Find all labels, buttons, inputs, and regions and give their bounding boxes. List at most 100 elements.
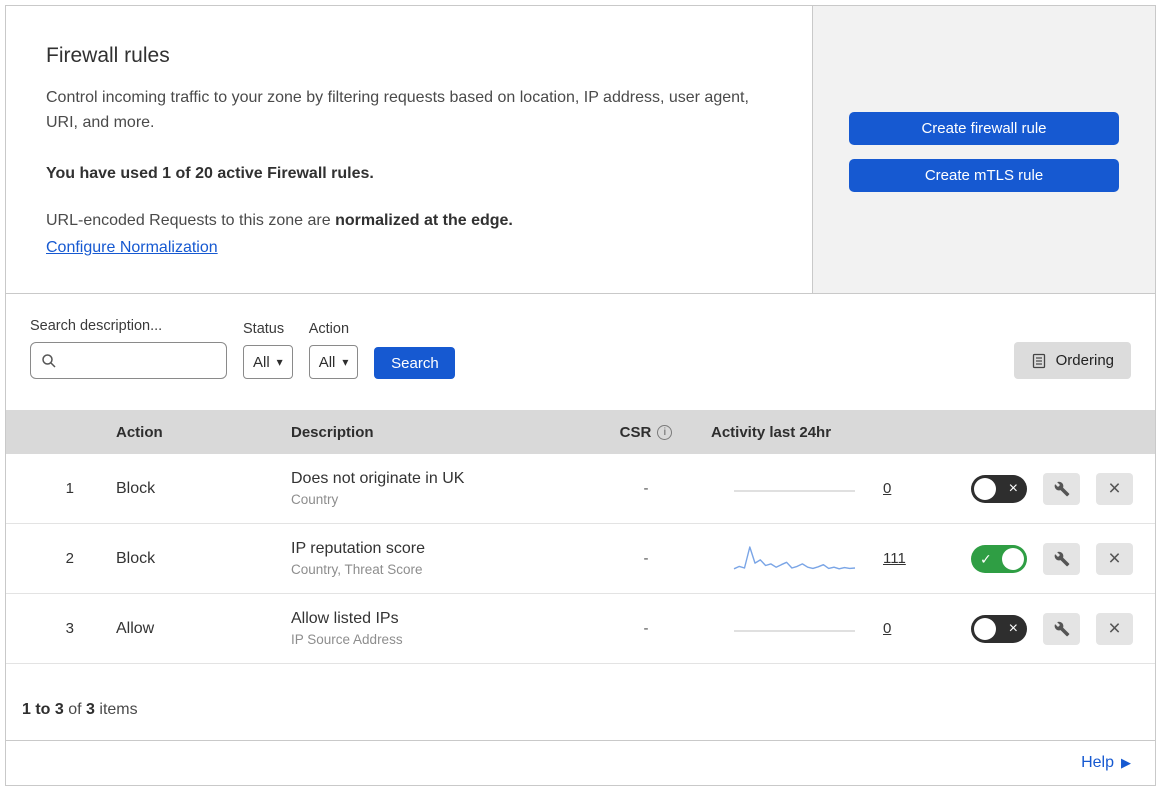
wrench-icon: [1054, 551, 1069, 566]
create-mtls-rule-button[interactable]: Create mTLS rule: [849, 159, 1119, 192]
help-arrow-icon: ▶: [1121, 755, 1131, 770]
rule-number: 2: [65, 550, 74, 567]
toggle-state-icon: ×: [1008, 479, 1018, 497]
actions-panel: Create firewall rule Create mTLS rule: [813, 6, 1155, 293]
pagination-total: 3: [86, 701, 95, 718]
edit-rule-button[interactable]: [1043, 612, 1080, 645]
help-bar: Help ▶: [6, 740, 1155, 785]
delete-rule-button[interactable]: ×: [1096, 612, 1133, 645]
rule-action: Block: [116, 549, 156, 567]
rule-action: Block: [116, 479, 156, 497]
status-filter-group: Status All ▾: [243, 321, 293, 379]
delete-rule-button[interactable]: ×: [1096, 472, 1133, 505]
search-box[interactable]: [30, 342, 227, 379]
activity-sparkline: [732, 611, 857, 647]
rule-csr: -: [643, 480, 649, 497]
page-title: Firewall rules: [46, 44, 170, 67]
table-row: 3 Allow Allow listed IPs IP Source Addre…: [6, 594, 1155, 664]
search-input[interactable]: [57, 352, 216, 369]
rule-criteria: Country: [291, 492, 339, 507]
status-dropdown[interactable]: All ▾: [243, 345, 293, 379]
search-icon: [42, 353, 56, 368]
rule-criteria: Country, Threat Score: [291, 562, 423, 577]
wrench-icon: [1054, 621, 1069, 636]
activity-column-header: Activity last 24hr: [711, 423, 832, 441]
csr-header-label: CSR: [619, 423, 652, 441]
rule-activity-cell: 111: [696, 541, 936, 577]
normalization-note: URL-encoded Requests to this zone are no…: [46, 212, 772, 230]
close-icon: ×: [1108, 477, 1121, 500]
wrench-icon: [1054, 481, 1069, 496]
rule-csr: -: [643, 550, 649, 567]
edit-rule-button[interactable]: [1043, 542, 1080, 575]
pagination-items: items: [99, 701, 138, 718]
activity-count-link[interactable]: 0: [883, 620, 891, 637]
activity-count-link[interactable]: 111: [883, 550, 906, 567]
search-group: Search description...: [30, 318, 227, 379]
description-column-header: Description: [291, 423, 374, 441]
rule-controls: ✓ ×: [936, 542, 1155, 575]
rule-description: Does not originate in UK: [291, 470, 465, 487]
rule-enabled-toggle[interactable]: ✓: [971, 544, 1027, 573]
status-dropdown-value: All: [253, 353, 270, 371]
search-button[interactable]: Search: [374, 347, 456, 379]
toggle-knob: [1002, 547, 1024, 570]
table-row: 2 Block IP reputation score Country, Thr…: [6, 524, 1155, 594]
close-icon: ×: [1108, 617, 1121, 640]
header-text-panel: Firewall rules Control incoming traffic …: [6, 6, 813, 293]
rule-enabled-toggle[interactable]: ×: [971, 474, 1027, 503]
rule-criteria: IP Source Address: [291, 632, 403, 647]
info-icon[interactable]: i: [657, 424, 673, 440]
toggle-state-icon: ×: [1008, 619, 1018, 637]
activity-count-link[interactable]: 0: [883, 480, 891, 497]
rule-action: Allow: [116, 619, 155, 637]
rule-controls: × ×: [936, 612, 1155, 645]
toggle-knob: [974, 477, 996, 500]
search-label: Search description...: [30, 318, 163, 334]
usage-summary: You have used 1 of 20 active Firewall ru…: [46, 165, 374, 182]
action-dropdown-value: All: [318, 353, 336, 371]
action-label: Action: [308, 321, 350, 337]
rule-number: 3: [65, 620, 74, 637]
rule-description: Allow listed IPs: [291, 610, 399, 627]
create-firewall-rule-button[interactable]: Create firewall rule: [849, 112, 1119, 145]
rule-csr: -: [643, 620, 649, 637]
rule-number: 1: [65, 480, 74, 497]
rule-description: IP reputation score: [291, 540, 426, 557]
activity-sparkline: [732, 471, 857, 507]
edit-rule-button[interactable]: [1043, 472, 1080, 505]
rule-activity-cell: 0: [696, 471, 936, 507]
firewall-rules-page: Firewall rules Control incoming traffic …: [5, 5, 1156, 786]
status-label: Status: [243, 321, 285, 337]
activity-sparkline: [732, 541, 857, 577]
normalization-bold-text: normalized at the edge.: [335, 212, 513, 229]
rule-description-cell: IP reputation score Country, Threat Scor…: [271, 540, 596, 577]
rule-description-cell: Does not originate in UK Country: [271, 470, 596, 507]
header-section: Firewall rules Control incoming traffic …: [6, 6, 1155, 294]
filter-bar: Search description... Status All ▾ Actio…: [6, 294, 1155, 410]
pagination-summary: 1 to 3 of 3 items: [6, 664, 1155, 740]
toggle-knob: [974, 617, 996, 640]
rule-enabled-toggle[interactable]: ×: [971, 614, 1027, 643]
action-column-header: Action: [116, 423, 163, 441]
chevron-down-icon: ▾: [342, 355, 349, 369]
page-description: Control incoming traffic to your zone by…: [46, 89, 749, 131]
chevron-down-icon: ▾: [276, 355, 283, 369]
action-dropdown[interactable]: All ▾: [308, 345, 359, 379]
action-filter-group: Action All ▾: [308, 321, 359, 379]
help-link-label: Help: [1081, 754, 1114, 771]
normalization-text: URL-encoded Requests to this zone are: [46, 212, 336, 229]
table-header: Action Description CSR i Activity last 2…: [6, 410, 1155, 454]
ordering-button[interactable]: Ordering: [1013, 342, 1131, 379]
close-icon: ×: [1108, 547, 1121, 570]
csr-column-header: CSR i: [620, 424, 673, 441]
delete-rule-button[interactable]: ×: [1096, 542, 1133, 575]
rule-controls: × ×: [936, 472, 1155, 505]
pagination-range: 1 to 3: [22, 701, 64, 718]
pagination-of: of: [68, 701, 82, 718]
rule-description-cell: Allow listed IPs IP Source Address: [271, 610, 596, 647]
ordering-button-label: Ordering: [1055, 352, 1114, 369]
toggle-state-icon: ✓: [980, 550, 992, 567]
help-link[interactable]: Help ▶: [1081, 754, 1131, 772]
configure-normalization-link[interactable]: Configure Normalization: [46, 239, 218, 257]
